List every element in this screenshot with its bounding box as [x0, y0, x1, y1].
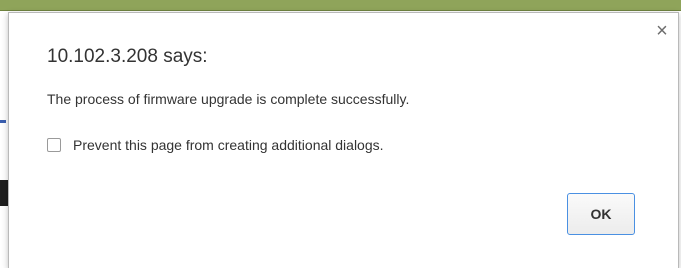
- dialog-message: The process of firmware upgrade is compl…: [47, 91, 410, 107]
- close-icon[interactable]: ×: [654, 21, 670, 41]
- ok-button[interactable]: OK: [567, 193, 635, 235]
- prevent-dialogs-checkbox[interactable]: [47, 138, 61, 152]
- alert-dialog: × 10.102.3.208 says: The process of firm…: [8, 12, 679, 268]
- background-page-strip: [0, 0, 681, 11]
- prevent-dialogs-label[interactable]: Prevent this page from creating addition…: [73, 137, 384, 153]
- dialog-title: 10.102.3.208 says:: [47, 46, 208, 67]
- background-page-edge: [0, 120, 6, 123]
- background-page-edge-dark: [0, 180, 8, 206]
- prevent-dialogs-option[interactable]: Prevent this page from creating addition…: [47, 135, 384, 155]
